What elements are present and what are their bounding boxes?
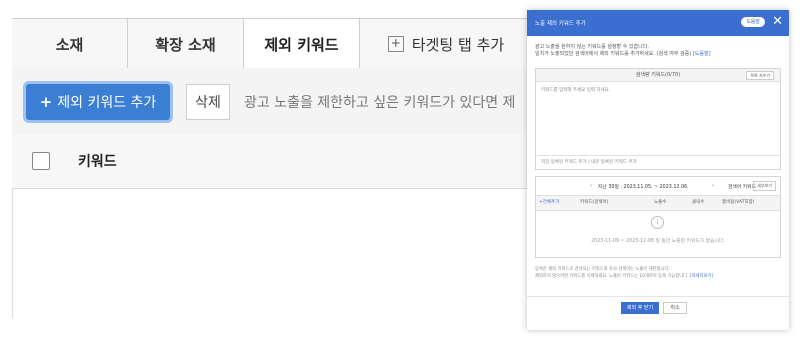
more-info-link[interactable]: [자세히보기] — [690, 274, 713, 279]
empty-state-text: 2023-11-09 ~ 2023-12-08 일 동안 노출된 키워드가 없습… — [591, 239, 725, 244]
plus-icon: + — [39, 93, 53, 111]
note-2: 제외하지 않으려면 키워드를 삭제하세요. 노출된 키워드는 10개까지 등록 … — [535, 274, 689, 279]
report-filter-bar: ‹ 지난 30일 : 2023.11.05. ~ 2023.12.06. › 검… — [536, 177, 780, 196]
tab-bar: 소재 확장 소재 제외 키워드 + 타겟팅 탭 추가 — [12, 18, 532, 70]
report-columns: +전체추가 키워드(검색어) 노출수 클릭수 총비용(VAT포함) — [536, 196, 780, 211]
tab-negative-keywords-label: 제외 키워드 — [264, 35, 339, 54]
keyword-input-footer[interactable]: 저장 등록된 키워드 추가 / 내문 등록된 키워드 추가 — [536, 155, 780, 169]
dialog-notes: 등록한 제외 키워드로 검색되는 키워드와 유사 검색어는 노출이 제한됩니다.… — [535, 266, 785, 280]
add-negative-keyword-dialog: 노출 제외 키워드 추가 도움말 ✕ 광고 노출을 원하지 않는 키워드를 설정… — [527, 10, 789, 330]
delete-button[interactable]: 삭제 — [186, 84, 230, 120]
description-line-1: 광고 노출을 원하지 않는 키워드를 설정할 수 있습니다. — [535, 44, 649, 50]
help-button[interactable]: 도움말 — [741, 17, 765, 27]
report-period: 지난 30일 : 2023.11.05. ~ 2023.12.06. — [598, 185, 689, 190]
table-border — [12, 188, 13, 318]
keyword-count-label: 검색량 키워드(0/70) — [635, 72, 681, 78]
tab-creative[interactable]: 소재 — [12, 19, 128, 69]
tab-add-targeting[interactable]: + 타겟팅 탭 추가 — [360, 19, 532, 69]
add-button-label: 제외 키워드 추가 — [57, 95, 157, 111]
chevron-left-icon[interactable]: ‹ — [590, 183, 592, 189]
dialog-header: 노출 제외 키워드 추가 도움말 ✕ — [527, 10, 789, 36]
dialog-title: 노출 제외 키워드 추가 — [535, 21, 586, 27]
column-header-keyword: 키워드 — [78, 154, 117, 170]
report-segment[interactable]: 검색어 키워드 — [728, 183, 756, 190]
note-1: 등록한 제외 키워드로 검색되는 키워드와 유사 검색어는 노출이 제한됩니다. — [535, 267, 670, 272]
column-total-cost: 총비용(VAT포함) — [722, 200, 755, 205]
table-header: 키워드 — [12, 134, 532, 189]
column-impressions: 노출수 — [654, 200, 667, 205]
clear-list-button[interactable]: 목록 지우기 — [746, 71, 774, 80]
keyword-input-box: 검색량 키워드(0/70) 목록 지우기 키워드를 입력해 주세요 입력 하세요… — [535, 68, 781, 170]
tab-negative-keywords[interactable]: 제외 키워드 — [244, 19, 360, 70]
close-icon[interactable]: ✕ — [772, 14, 783, 30]
plus-icon: + — [387, 36, 404, 52]
column-clicks: 클릭수 — [692, 200, 705, 205]
detail-view-button[interactable]: 세부보기 — [753, 181, 776, 191]
toolbar: + 제외 키워드 추가 삭제 광고 노출을 제한하고 싶은 키워드가 있다면 제 — [12, 68, 532, 135]
column-search-keyword: 키워드(검색어) — [580, 200, 609, 205]
dialog-footer-divider — [527, 296, 789, 297]
tab-extension[interactable]: 확장 소재 — [128, 19, 244, 69]
help-link[interactable]: [도움말] — [693, 51, 711, 57]
select-all-checkbox[interactable] — [32, 152, 50, 170]
tab-add-targeting-label: 타겟팅 탭 추가 — [411, 35, 505, 54]
chevron-right-icon[interactable]: › — [712, 183, 714, 189]
tab-extension-label: 확장 소재 — [155, 35, 216, 54]
confirm-button[interactable]: 제외 후 닫기 — [621, 302, 659, 314]
search-report-box: ‹ 지난 30일 : 2023.11.05. ~ 2023.12.06. › 검… — [535, 176, 781, 258]
description-line-2: 일치가 노출되었던 검색어에서 제외 키워드를 추가하세요. (검색 여부 검증… — [535, 51, 692, 57]
keyword-input-header: 검색량 키워드(0/70) 목록 지우기 — [536, 69, 780, 82]
dialog-description: 광고 노출을 원하지 않는 키워드를 설정할 수 있습니다. 일치가 노출되었던… — [535, 44, 785, 58]
keyword-textarea[interactable]: 키워드를 입력해 주세요 입력 하세요. — [541, 87, 610, 93]
add-all-button[interactable]: +전체추가 — [539, 196, 559, 210]
cancel-button[interactable]: 취소 — [663, 302, 687, 314]
add-negative-keyword-button[interactable]: + 제외 키워드 추가 — [26, 84, 170, 120]
info-icon: i — [651, 216, 664, 229]
toolbar-hint: 광고 노출을 제한하고 싶은 키워드가 있다면 제 — [244, 95, 516, 111]
tab-creative-label: 소재 — [55, 35, 84, 54]
